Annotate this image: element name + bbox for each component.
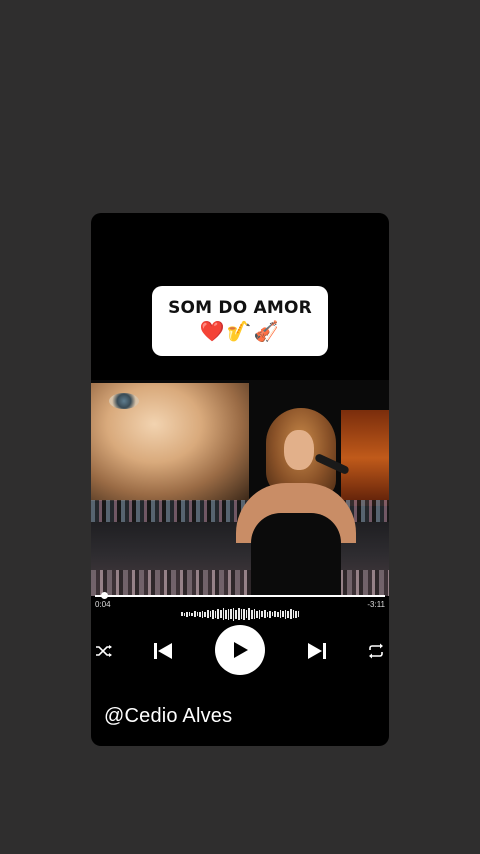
waveform-bar bbox=[279, 610, 282, 618]
waveform-bar bbox=[264, 610, 266, 618]
waveform-bar bbox=[287, 610, 289, 618]
waveform-bar bbox=[219, 610, 222, 618]
waveform-bar bbox=[188, 612, 191, 616]
play-icon bbox=[234, 642, 248, 658]
progress-knob[interactable] bbox=[100, 592, 108, 599]
time-elapsed: 0:04 bbox=[95, 600, 111, 609]
waveform-bar bbox=[251, 609, 253, 619]
playback-controls bbox=[91, 621, 389, 681]
waveform-bar bbox=[232, 607, 235, 621]
stage-screen-left bbox=[91, 383, 249, 501]
waveform-bar bbox=[191, 612, 193, 616]
waveform-bar bbox=[248, 608, 251, 620]
waveform-bar bbox=[256, 610, 258, 618]
song-title: SOM DO AMOR bbox=[168, 298, 312, 318]
waveform-bar bbox=[258, 609, 261, 619]
waveform-bar bbox=[206, 610, 209, 618]
waveform-bar bbox=[235, 609, 238, 619]
waveform-bar bbox=[193, 611, 196, 617]
next-button[interactable] bbox=[305, 639, 329, 663]
video-frame[interactable] bbox=[91, 380, 389, 596]
waveform-bar bbox=[289, 609, 292, 619]
waveform-bar bbox=[196, 612, 199, 616]
waveform-bar bbox=[271, 612, 274, 616]
player-card: SOM DO AMOR ❤️🎷🎻 0:04 -3:11 @Cedio Alves bbox=[91, 213, 389, 746]
waveform-bar bbox=[269, 610, 271, 618]
play-button[interactable] bbox=[215, 625, 265, 675]
waveform-bar bbox=[243, 608, 245, 620]
waveform-bar bbox=[199, 611, 201, 617]
waveform-bar bbox=[204, 611, 206, 617]
repeat-icon bbox=[369, 643, 383, 659]
waveform-bar bbox=[201, 610, 204, 618]
waveform bbox=[181, 606, 300, 622]
singer-figure bbox=[236, 408, 366, 596]
creator-handle: @Cedio Alves bbox=[104, 705, 233, 727]
waveform-bar bbox=[282, 611, 284, 617]
waveform-bar bbox=[212, 609, 214, 619]
waveform-bar bbox=[186, 611, 188, 617]
waveform-bar bbox=[261, 611, 263, 617]
time-remaining: -3:11 bbox=[367, 600, 385, 609]
progress-bar[interactable] bbox=[95, 592, 385, 599]
title-bubble: SOM DO AMOR ❤️🎷🎻 bbox=[152, 286, 328, 356]
waveform-bar bbox=[253, 609, 256, 619]
skip-next-icon bbox=[308, 643, 326, 659]
waveform-bar bbox=[297, 611, 300, 617]
waveform-bar bbox=[274, 611, 276, 617]
waveform-bar bbox=[295, 610, 297, 618]
waveform-bar bbox=[238, 608, 240, 620]
waveform-bar bbox=[292, 610, 295, 618]
waveform-bar bbox=[217, 609, 219, 619]
skip-previous-icon bbox=[154, 643, 172, 659]
waveform-bar bbox=[276, 611, 279, 617]
shuffle-button[interactable] bbox=[94, 641, 114, 661]
waveform-bar bbox=[214, 610, 217, 618]
waveform-bar bbox=[227, 608, 230, 620]
waveform-bar bbox=[183, 612, 186, 616]
waveform-bar bbox=[225, 609, 227, 619]
waveform-bar bbox=[209, 611, 212, 617]
waveform-bar bbox=[181, 612, 183, 616]
waveform-bar bbox=[240, 609, 243, 619]
waveform-bar bbox=[266, 611, 269, 617]
waveform-bar bbox=[222, 608, 225, 620]
shuffle-icon bbox=[96, 645, 112, 657]
previous-button[interactable] bbox=[151, 639, 175, 663]
title-emoji: ❤️🎷🎻 bbox=[199, 321, 281, 343]
repeat-button[interactable] bbox=[366, 641, 386, 661]
waveform-bar bbox=[284, 609, 287, 619]
waveform-bar bbox=[245, 610, 248, 618]
waveform-bar bbox=[230, 609, 232, 619]
